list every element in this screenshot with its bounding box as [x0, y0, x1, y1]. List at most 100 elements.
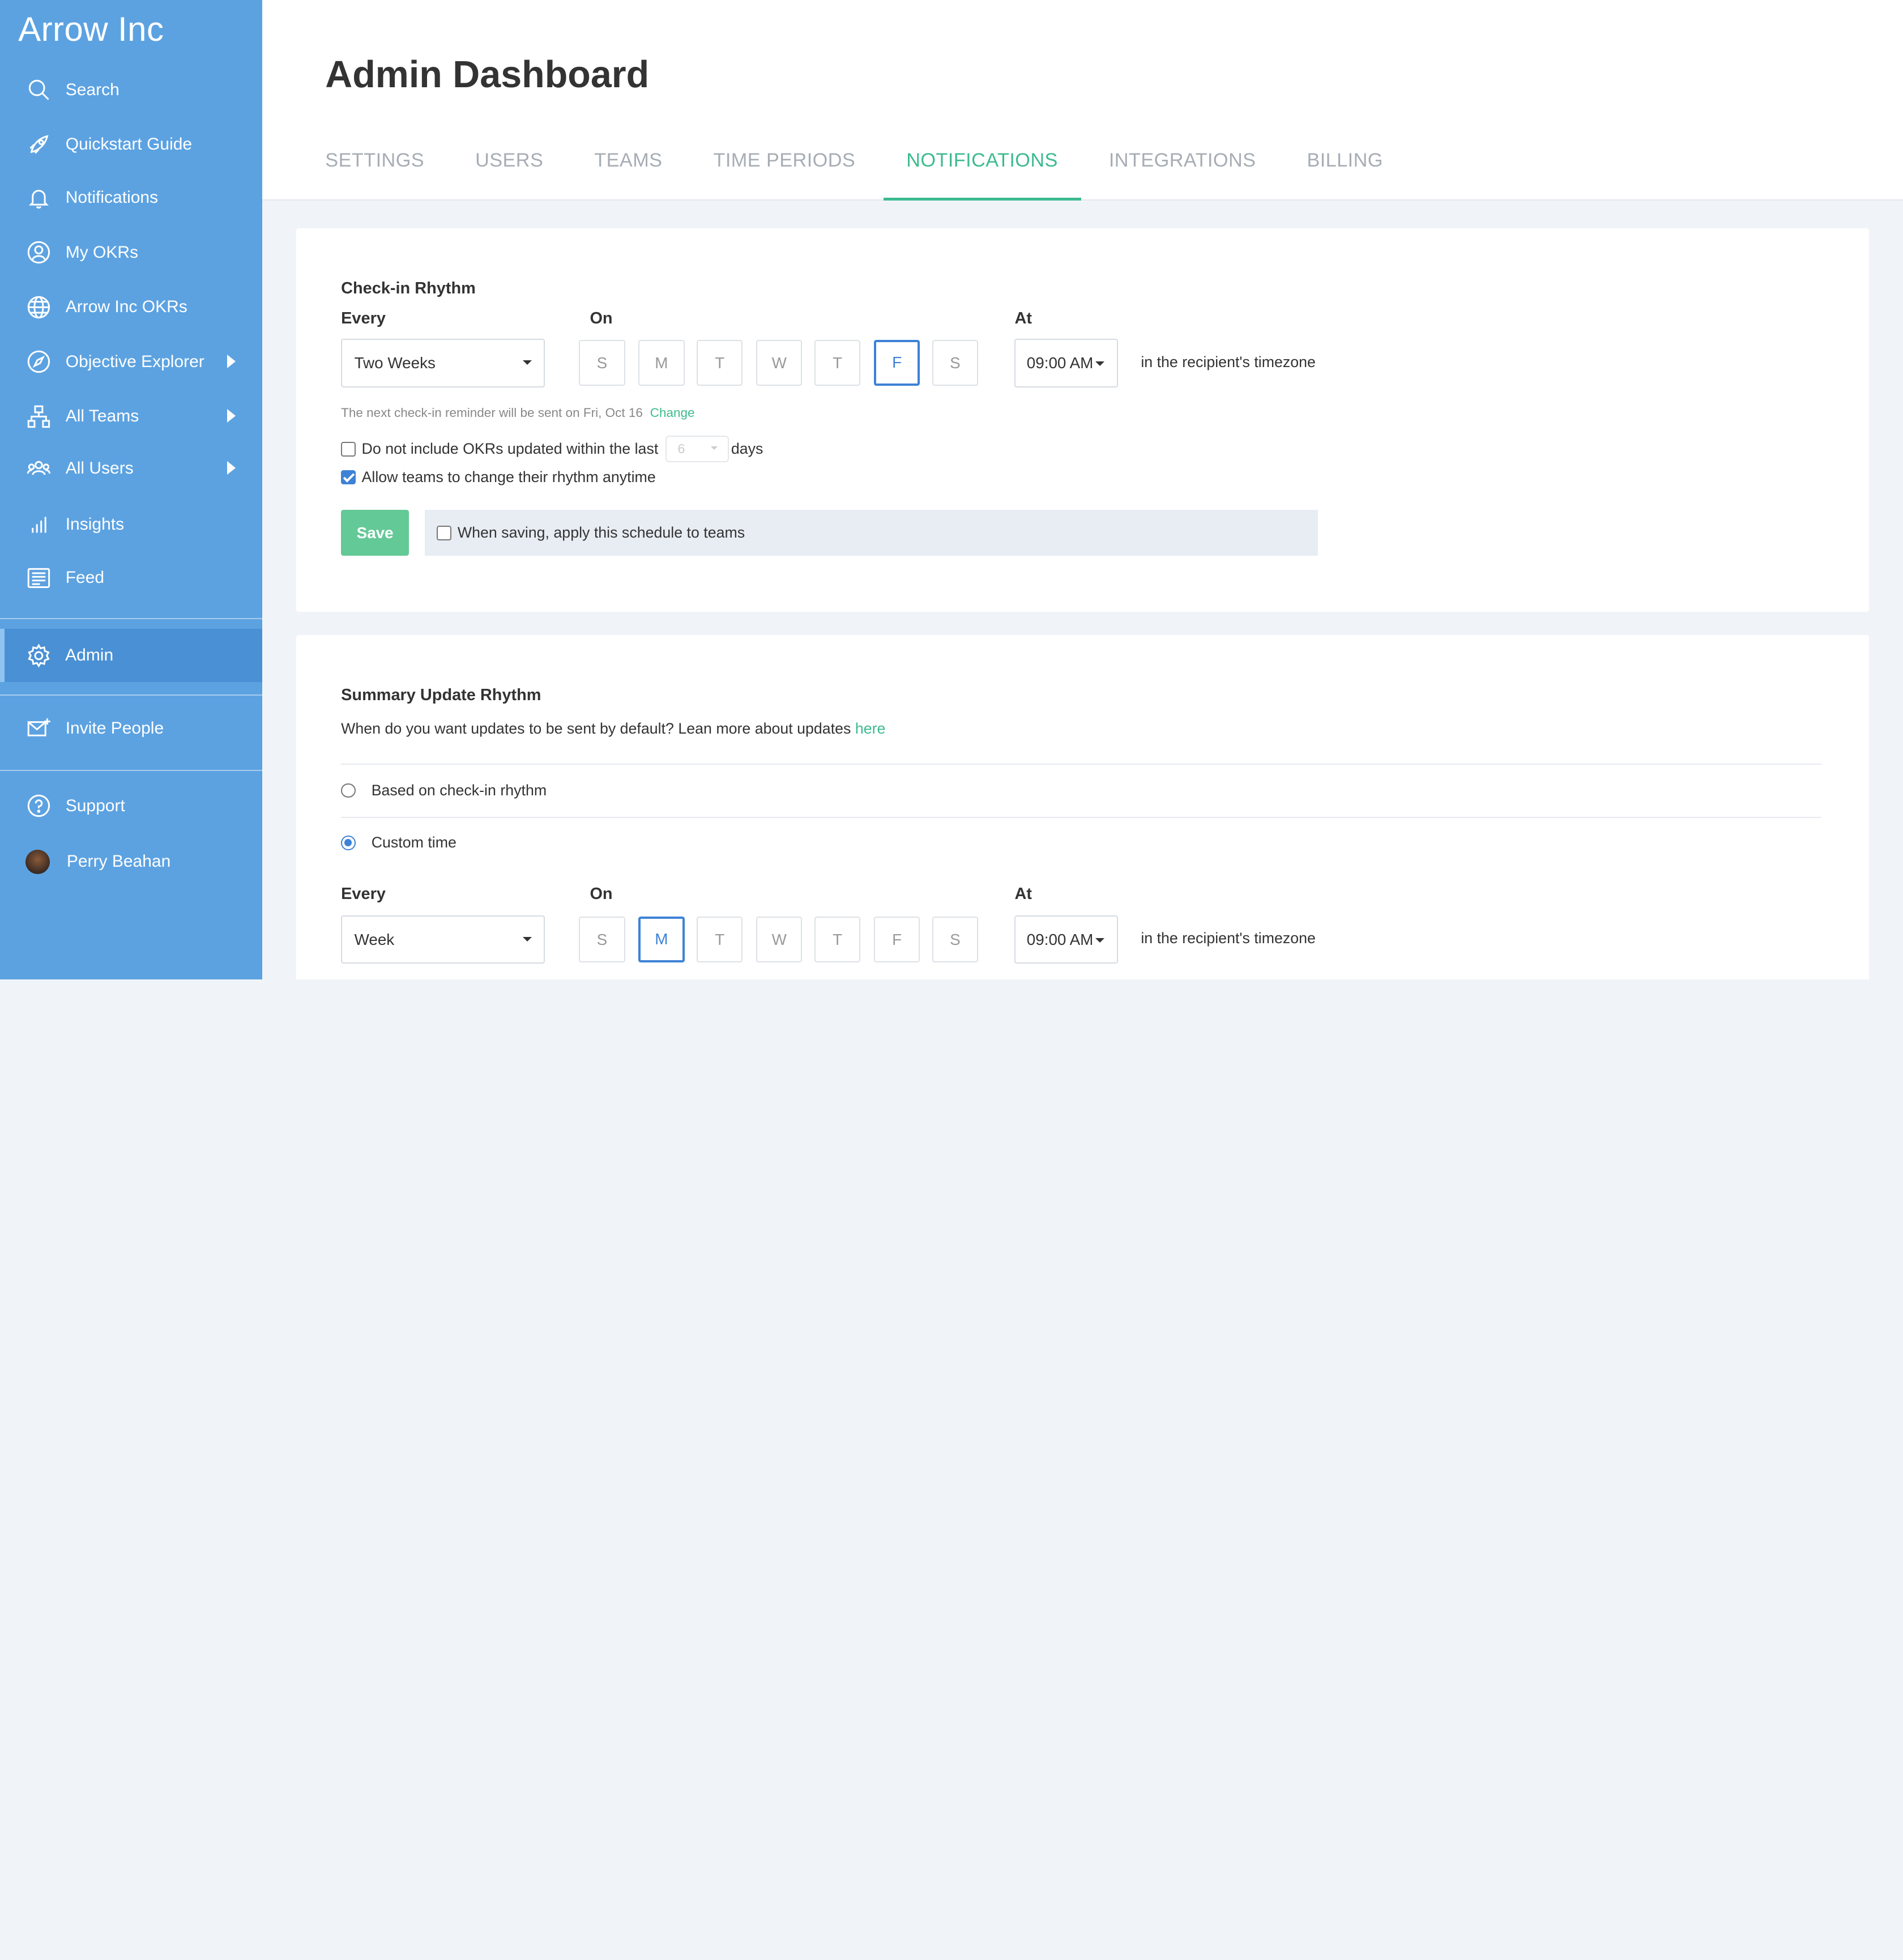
search-icon [25, 76, 52, 103]
custom-time-option[interactable]: Custom time [341, 834, 456, 851]
org-chart-icon [25, 403, 52, 429]
sidebar-item-all-teams[interactable]: All Teams [0, 390, 262, 443]
day-thursday[interactable]: T [814, 916, 861, 963]
avatar [25, 850, 50, 874]
based-on-checkin-option[interactable]: Based on check-in rhythm [341, 782, 547, 799]
main-content: Admin Dashboard SETTINGS USERS TEAMS TIM… [262, 0, 1903, 980]
day-friday[interactable]: F [873, 340, 920, 386]
timezone-note: in the recipient's timezone [1141, 930, 1316, 947]
tab-settings[interactable]: SETTINGS [325, 136, 424, 201]
sidebar-item-invite-people[interactable]: Invite People [0, 702, 262, 755]
expand-arrow-icon[interactable] [227, 409, 236, 423]
sidebar-item-label: Objective Explorer [65, 352, 204, 371]
custom-time-radio[interactable] [341, 835, 356, 850]
allow-teams-row: Allow teams to change their rhythm anyti… [341, 468, 656, 486]
every-label: Every [341, 309, 386, 328]
sidebar-item-notifications[interactable]: Notifications [0, 171, 262, 224]
help-icon [25, 792, 52, 819]
admin-tabs: SETTINGS USERS TEAMS TIME PERIODS NOTIFI… [325, 136, 1434, 201]
sidebar-item-label: My OKRs [65, 242, 139, 262]
tab-time-periods[interactable]: TIME PERIODS [713, 136, 855, 201]
checkin-time-select[interactable]: 09:00 AM [1014, 338, 1118, 387]
section-title: Check-in Rhythm [341, 279, 476, 297]
day-tuesday[interactable]: T [697, 340, 743, 386]
tab-users[interactable]: USERS [475, 136, 543, 201]
day-sunday[interactable]: S [579, 916, 625, 963]
exclude-days-select[interactable]: 6 [665, 436, 729, 463]
tab-integrations[interactable]: INTEGRATIONS [1109, 136, 1256, 201]
sidebar-item-label: Notifications [65, 188, 159, 207]
user-circle-icon [25, 239, 52, 266]
sidebar-item-label: All Teams [65, 407, 139, 425]
sidebar-item-objective-explorer[interactable]: Objective Explorer [0, 335, 262, 388]
sidebar-item-label: Support [65, 796, 125, 815]
apply-to-teams-box: When saving, apply this schedule to team… [425, 510, 1319, 556]
sidebar-item-label: Invite People [65, 718, 164, 738]
tab-notifications[interactable]: NOTIFICATIONS [883, 136, 1081, 201]
change-link[interactable]: Change [650, 406, 695, 420]
divider [341, 817, 1822, 819]
here-link[interactable]: here [855, 720, 886, 737]
divider [341, 763, 1822, 765]
sidebar-item-label: Quickstart Guide [65, 135, 193, 154]
tab-teams[interactable]: TEAMS [594, 136, 662, 201]
sidebar-item-label: Arrow Inc OKRs [65, 297, 187, 317]
checkin-frequency-select[interactable]: Two Weeks [341, 338, 545, 387]
sidebar-item-label: All Users [65, 459, 134, 478]
sidebar-item-profile[interactable]: Perry Beahan [0, 835, 262, 888]
sidebar-divider [0, 617, 262, 619]
users-icon [25, 455, 52, 482]
sidebar-item-quickstart[interactable]: Quickstart Guide [0, 118, 262, 171]
day-friday[interactable]: F [873, 916, 920, 963]
brand-name[interactable]: Arrow Inc [0, 0, 262, 58]
day-wednesday[interactable]: W [756, 340, 803, 386]
on-label: On [590, 309, 613, 328]
sidebar-item-insights[interactable]: Insights [0, 498, 262, 551]
sidebar-item-support[interactable]: Support [0, 779, 262, 833]
sidebar-item-feed[interactable]: Feed [0, 551, 262, 604]
day-thursday[interactable]: T [814, 340, 861, 386]
summary-description: When do you want updates to be sent by d… [341, 720, 885, 738]
allow-teams-label: Allow teams to change their rhythm anyti… [361, 468, 656, 486]
expand-arrow-icon[interactable] [227, 461, 236, 475]
summary-time-select[interactable]: 09:00 AM [1014, 915, 1118, 964]
rocket-icon [25, 131, 52, 157]
tab-billing[interactable]: BILLING [1307, 136, 1383, 201]
expand-arrow-icon[interactable] [227, 354, 236, 368]
sidebar-item-my-okrs[interactable]: My OKRs [0, 226, 262, 279]
timezone-note: in the recipient's timezone [1141, 353, 1316, 370]
user-name: Perry Beahan [66, 852, 171, 871]
day-saturday[interactable]: S [932, 916, 979, 963]
summary-description-text: When do you want updates to be sent by d… [341, 719, 851, 737]
day-monday[interactable]: M [638, 340, 685, 386]
day-wednesday[interactable]: W [756, 916, 803, 963]
sidebar-item-admin[interactable]: Admin [0, 629, 262, 683]
based-on-checkin-radio[interactable] [341, 783, 356, 798]
day-monday[interactable]: M [638, 916, 685, 963]
day-sunday[interactable]: S [579, 340, 625, 386]
apply-to-teams-checkbox[interactable] [437, 525, 452, 540]
option-label: Custom time [371, 834, 456, 851]
next-reminder-note: The next check-in reminder will be sent … [341, 406, 694, 420]
sidebar-item-label: Feed [65, 568, 105, 587]
sidebar-divider [0, 694, 262, 696]
sidebar-item-all-users[interactable]: All Users [0, 442, 262, 495]
sidebar-item-search[interactable]: Search [0, 63, 262, 116]
save-button[interactable]: Save [341, 510, 409, 556]
sidebar-item-company-okrs[interactable]: Arrow Inc OKRs [0, 280, 262, 334]
sidebar-divider [0, 769, 262, 771]
at-label: At [1014, 309, 1032, 328]
globe-icon [25, 294, 52, 321]
bar-chart-icon [25, 511, 52, 538]
sidebar-item-label: Insights [65, 514, 125, 534]
apply-to-teams-label: When saving, apply this schedule to team… [457, 524, 745, 542]
allow-teams-checkbox[interactable] [341, 470, 356, 485]
checkin-rhythm-card: Check-in Rhythm Every On At Two Weeks S … [296, 228, 1870, 612]
summary-rhythm-card: Summary Update Rhythm When do you want u… [296, 634, 1870, 980]
day-tuesday[interactable]: T [697, 916, 743, 963]
section-title: Summary Update Rhythm [341, 685, 541, 704]
exclude-days-unit: days [731, 440, 763, 458]
exclude-recent-checkbox[interactable] [341, 442, 356, 457]
day-saturday[interactable]: S [932, 340, 979, 386]
summary-frequency-select[interactable]: Week [341, 915, 545, 964]
